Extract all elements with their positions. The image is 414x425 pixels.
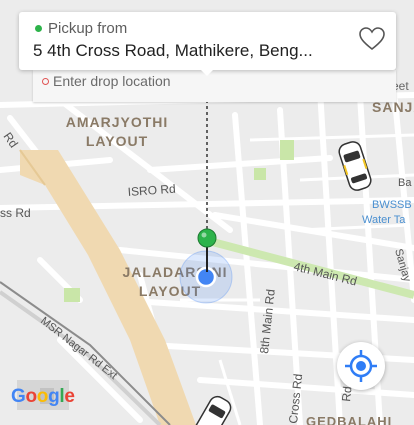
drop-dot-icon <box>42 78 49 85</box>
pickup-card[interactable]: Pickup from 5 4th Cross Road, Mathikere,… <box>19 12 396 70</box>
pickup-label: Pickup from <box>48 20 128 37</box>
map-label-amarjyothi: AMARJYOTHI <box>66 114 169 130</box>
my-location-button[interactable] <box>337 342 385 390</box>
map-label-bwssb: BWSSB <box>372 199 412 211</box>
drop-location-placeholder: Enter drop location <box>53 73 171 89</box>
pickup-address[interactable]: 5 4th Cross Road, Mathikere, Beng... <box>33 41 351 61</box>
map-label-amarjyothi-layout: LAYOUT <box>86 133 148 149</box>
map-label-gedbalahi: GEDBALAHI <box>306 414 392 425</box>
crosshair-icon <box>345 350 377 382</box>
pickup-dot-icon <box>35 25 42 32</box>
map-label-ba: Ba <box>398 177 412 189</box>
google-logo: Google <box>11 386 75 407</box>
favorite-heart-icon[interactable] <box>357 24 387 54</box>
card-pointer <box>199 68 215 76</box>
map-label-ss-rd: ss Rd <box>0 206 31 220</box>
map-label-water-tank: Water Ta <box>362 214 406 226</box>
